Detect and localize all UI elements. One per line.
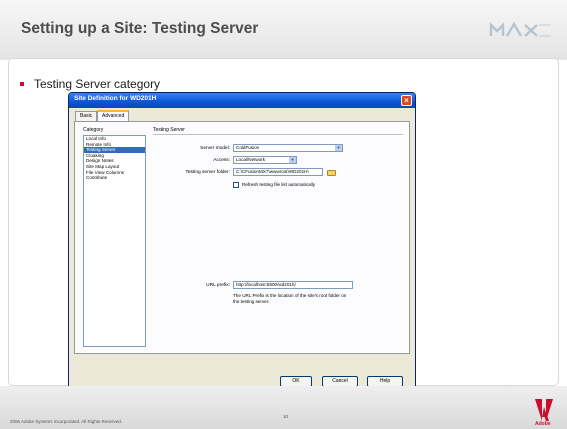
slide-title: Setting up a Site: Testing Server [21, 20, 259, 37]
testing-folder-input[interactable]: C:\CFusionMX7\wwwroot\WD201H\ [233, 168, 323, 176]
section-divider [153, 134, 403, 135]
server-model-value: ColdFusion [236, 145, 260, 150]
chevron-down-icon: ▼ [335, 145, 342, 151]
slide: Setting up a Site: Testing Server Testin… [0, 0, 567, 429]
site-definition-dialog: Site Definition for WD201H × Basic Advan… [68, 92, 416, 388]
max-logo-icon [489, 21, 551, 37]
url-prefix-input[interactable]: http://localhost:8500/wd201h/ [233, 281, 353, 289]
bullet-text: Testing Server category [34, 77, 161, 91]
chevron-down-icon: ▼ [289, 157, 296, 163]
page-number: 10 [283, 414, 289, 419]
server-model-label: Server model: [200, 146, 230, 151]
category-list[interactable]: Local Info Remote Info Testing Server Cl… [83, 135, 146, 347]
advanced-pane: Category Local Info Remote Info Testing … [74, 121, 410, 354]
refresh-checkbox[interactable] [233, 182, 239, 188]
server-model-select[interactable]: ColdFusion ▼ [233, 144, 343, 152]
folder-browse-icon[interactable] [327, 170, 336, 176]
access-label: Access: [213, 158, 230, 163]
close-button[interactable]: × [401, 95, 412, 106]
copyright-text: 2006 Adobe Systems Incorporated. All Rig… [10, 419, 123, 424]
dialog-titlebar[interactable]: Site Definition for WD201H × [69, 93, 415, 108]
access-select[interactable]: Local/Network ▼ [233, 156, 297, 164]
dialog-title: Site Definition for WD201H [74, 95, 157, 102]
section-title: Testing Server [153, 127, 185, 133]
category-item-contribute[interactable]: Contribute [84, 175, 145, 181]
slide-header: Setting up a Site: Testing Server [0, 0, 567, 60]
bullet-marker-icon [20, 81, 24, 86]
refresh-label: Refresh testing file list automatically [242, 182, 316, 187]
bullet-item: Testing Server category [20, 77, 160, 91]
adobe-logo-icon [535, 399, 553, 421]
category-label: Category [83, 127, 104, 133]
access-value: Local/Network [236, 157, 266, 162]
adobe-label: Adobe [535, 421, 551, 427]
url-prefix-label: URL prefix: [206, 283, 230, 288]
tab-advanced[interactable]: Advanced [97, 110, 129, 121]
testing-folder-label: Testing server folder: [185, 170, 230, 175]
url-prefix-help: The URL Prefix is the location of the si… [233, 293, 347, 304]
tab-basic[interactable]: Basic [75, 111, 97, 121]
close-icon: × [404, 96, 409, 105]
